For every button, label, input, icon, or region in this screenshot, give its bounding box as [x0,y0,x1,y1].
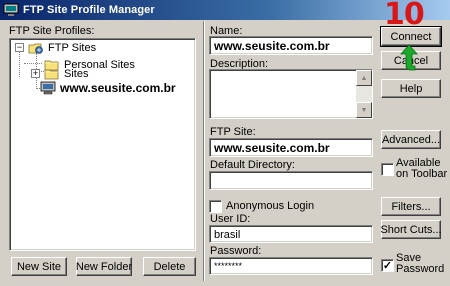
description-scrollbar[interactable]: ▲ ▼ [356,70,372,118]
filters-button[interactable]: Filters... [381,197,441,216]
anonymous-login-label[interactable]: Anonymous Login [226,200,314,212]
default-directory-input[interactable] [209,171,373,190]
new-folder-button[interactable]: New Folder [76,257,132,276]
available-toolbar-label[interactable]: Available on Toolbar [396,158,447,180]
root-folder-icon [28,41,44,55]
profiles-tree[interactable]: − FTP Sites Personal Sites + Sites www.s… [9,38,196,251]
computer-icon [40,81,56,95]
default-directory-label: Default Directory: [210,159,295,171]
available-toolbar-checkbox[interactable] [381,163,394,176]
tree-collapse-toggle[interactable]: − [15,43,24,52]
tree-item-ftp-sites[interactable]: FTP Sites [28,41,96,55]
title-bar: FTP Site Profile Manager [0,0,450,20]
tree-item-sites[interactable]: Sites [44,67,88,81]
user-id-label: User ID: [210,213,251,225]
arrow-up-annotation-icon [400,44,418,71]
step-number-annotation: 10 [384,0,425,32]
profiles-label: FTP Site Profiles: [9,25,95,37]
save-password-label[interactable]: Save Password [396,253,444,275]
name-input[interactable]: www.seusite.com.br [209,36,373,55]
tree-line [24,63,42,64]
tree-item-label: FTP Sites [48,42,97,54]
window-title: FTP Site Profile Manager [23,4,155,16]
new-site-button[interactable]: New Site [11,257,67,276]
tree-item-label: Sites [64,68,89,80]
password-input[interactable]: ******** [209,257,373,275]
shortcuts-button[interactable]: Short Cuts... [380,220,442,239]
anonymous-login-checkbox[interactable] [209,200,222,213]
save-password-checkbox[interactable]: ✓ [381,259,394,272]
ftp-site-label: FTP Site: [210,126,256,138]
scroll-down-icon[interactable]: ▼ [356,102,372,118]
help-button[interactable]: Help [381,79,441,98]
tree-expand-toggle[interactable]: + [31,69,40,78]
panel-separator [203,21,205,281]
ftp-site-input[interactable]: www.seusite.com.br [209,138,373,157]
user-id-input[interactable]: brasil [209,225,373,243]
password-label: Password: [210,245,262,257]
tree-line [19,52,20,77]
scroll-up-icon[interactable]: ▲ [356,70,372,86]
description-textarea[interactable]: ▲ ▼ [209,69,373,119]
ftp-app-icon [3,3,19,17]
delete-button[interactable]: Delete [143,257,196,276]
tree-item-label: www.seusite.com.br [60,81,176,95]
advanced-button[interactable]: Advanced... [381,130,441,149]
folder-icon [44,67,60,81]
tree-item-seusite[interactable]: www.seusite.com.br [40,81,176,95]
